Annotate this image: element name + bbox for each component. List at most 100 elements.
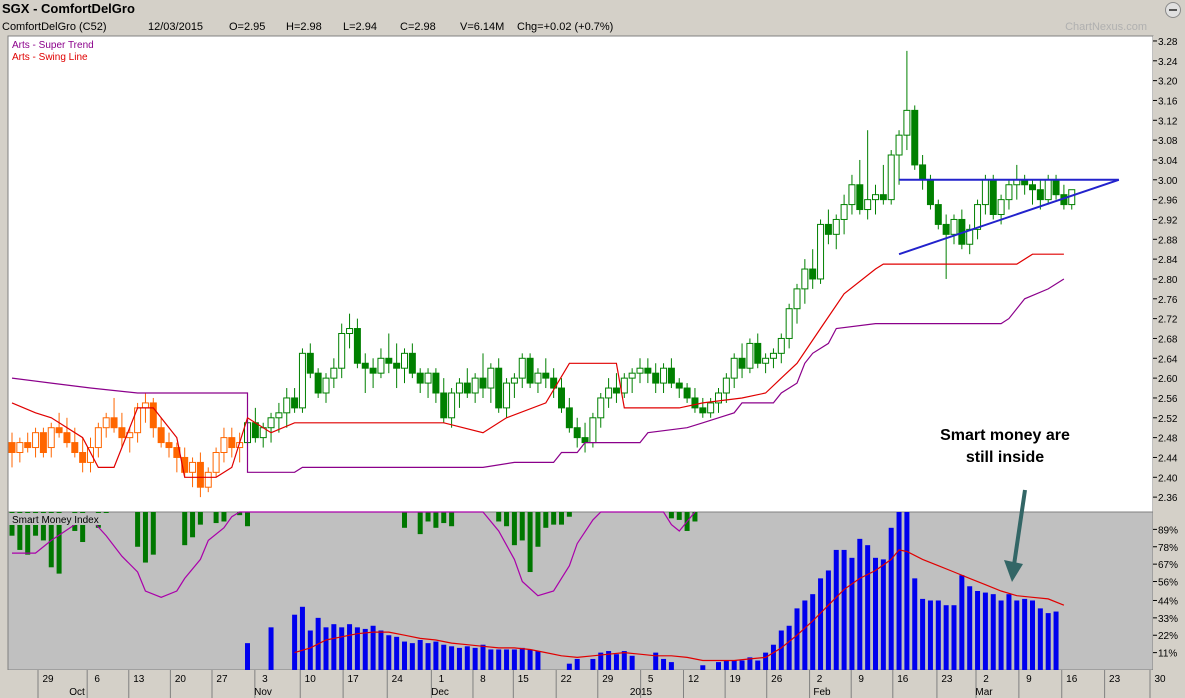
smi-pos-bar bbox=[943, 605, 949, 670]
smi-pos-bar bbox=[347, 624, 353, 670]
smi-pos-bar bbox=[402, 641, 407, 670]
price-tick-label: 2.96 bbox=[1158, 196, 1178, 207]
candle-body bbox=[1036, 189, 1044, 201]
candle-body bbox=[32, 432, 40, 449]
x-tick-label: 13 bbox=[133, 674, 145, 685]
x-tick-label: 22 bbox=[561, 674, 573, 685]
candle-body bbox=[1052, 179, 1060, 196]
smi-pos-bar bbox=[849, 557, 855, 670]
candle-body bbox=[267, 417, 275, 429]
candle-body bbox=[926, 179, 934, 206]
price-tick-label: 3.28 bbox=[1158, 37, 1178, 48]
x-tick-label: 6 bbox=[94, 674, 100, 685]
candle-body bbox=[691, 397, 699, 409]
candle-body bbox=[251, 422, 259, 439]
candle-body bbox=[628, 372, 636, 379]
price-tick-label: 2.76 bbox=[1158, 295, 1178, 306]
candle-body bbox=[275, 412, 283, 419]
smi-pos-bar bbox=[951, 605, 957, 670]
smi-pos-bar bbox=[818, 578, 824, 670]
smi-neg-bar bbox=[566, 512, 572, 517]
candle-body bbox=[330, 367, 338, 379]
candle-body bbox=[16, 442, 24, 454]
candle-body bbox=[887, 154, 895, 201]
smi-pos-bar bbox=[511, 649, 517, 670]
candle-body bbox=[212, 452, 220, 473]
candle-body bbox=[220, 437, 228, 453]
candle bbox=[212, 447, 220, 478]
x-tick-label: 3 bbox=[262, 674, 268, 685]
candle-body bbox=[518, 357, 526, 379]
smi-pos-bar bbox=[1014, 600, 1020, 670]
x-tick-label: 20 bbox=[175, 674, 187, 685]
candle-body bbox=[864, 199, 872, 211]
month-label: 2015 bbox=[630, 687, 653, 698]
candle-body bbox=[919, 164, 927, 181]
smi-pos-bar bbox=[873, 557, 878, 670]
smi-pos-bar bbox=[723, 660, 729, 670]
smi-pos-bar bbox=[1030, 600, 1035, 670]
candle-body bbox=[63, 432, 71, 444]
candle-body bbox=[573, 427, 581, 439]
candle-body bbox=[644, 367, 652, 374]
x-tick-label: 2 bbox=[983, 674, 989, 685]
smi-neg-bar bbox=[190, 512, 196, 538]
smi-pos-bar bbox=[802, 600, 808, 670]
smi-neg-bar bbox=[543, 512, 549, 528]
smi-panel bbox=[7, 511, 1154, 671]
candle bbox=[298, 348, 306, 413]
candle-body bbox=[856, 184, 864, 211]
candle bbox=[989, 174, 997, 220]
smi-pos-bar bbox=[770, 644, 776, 670]
candle bbox=[39, 427, 47, 458]
price-tick-label: 2.88 bbox=[1158, 235, 1178, 246]
candle-body bbox=[840, 204, 848, 220]
candle-body bbox=[24, 442, 32, 449]
candle-body bbox=[39, 432, 47, 453]
candle-body bbox=[974, 204, 982, 230]
smi-pos-bar bbox=[292, 614, 298, 670]
candle-body bbox=[510, 377, 518, 384]
x-tick-label: 16 bbox=[1066, 674, 1078, 685]
smi-pos-bar bbox=[472, 647, 478, 670]
smi-pos-bar bbox=[857, 538, 863, 670]
smi-neg-bar bbox=[135, 512, 141, 547]
smi-pos-bar bbox=[700, 665, 706, 670]
chart-canvas[interactable]: 2.36 2.40 2.44 2.48 2.52 2.56 2.60 2.64 2.68 2.72… bbox=[0, 0, 1185, 698]
x-tick-label: 5 bbox=[648, 674, 654, 685]
smi-pos-bar bbox=[488, 649, 494, 670]
smi-neg-bar bbox=[245, 512, 250, 527]
smi-pos-bar bbox=[1022, 598, 1028, 670]
annotation-callout: Smart money are still inside bbox=[905, 425, 1105, 469]
candle-body bbox=[455, 382, 463, 394]
candle-body bbox=[934, 204, 942, 225]
smi-pos-bar bbox=[504, 649, 510, 670]
y-axis-area bbox=[1153, 36, 1185, 670]
candle-body bbox=[769, 352, 777, 359]
candle-body bbox=[942, 223, 950, 235]
candle-body bbox=[306, 352, 314, 374]
candle-body bbox=[463, 382, 471, 394]
smi-pos-bar bbox=[888, 527, 894, 670]
price-tick-label: 2.72 bbox=[1158, 315, 1178, 326]
candle-body bbox=[526, 357, 534, 384]
x-tick-label: 26 bbox=[771, 674, 783, 685]
candle-body bbox=[997, 199, 1005, 215]
candle-body bbox=[589, 417, 597, 444]
candle-body bbox=[911, 109, 919, 166]
candle-body bbox=[141, 402, 149, 409]
candle-body bbox=[314, 372, 322, 394]
candle-body bbox=[652, 372, 660, 384]
month-label: Mar bbox=[975, 687, 993, 698]
month-label: Feb bbox=[813, 687, 831, 698]
candle-body bbox=[660, 367, 668, 384]
smi-pos-bar bbox=[716, 662, 721, 670]
price-tick-label: 2.84 bbox=[1158, 255, 1178, 266]
price-tick-label: 2.44 bbox=[1158, 453, 1178, 464]
smi-pos-bar bbox=[1053, 611, 1059, 670]
candle-body bbox=[495, 367, 503, 409]
x-tick-label: 9 bbox=[1026, 674, 1032, 685]
smi-pos-bar bbox=[739, 660, 745, 670]
smi-pos-bar bbox=[535, 651, 541, 670]
x-tick-label: 30 bbox=[1154, 674, 1166, 685]
